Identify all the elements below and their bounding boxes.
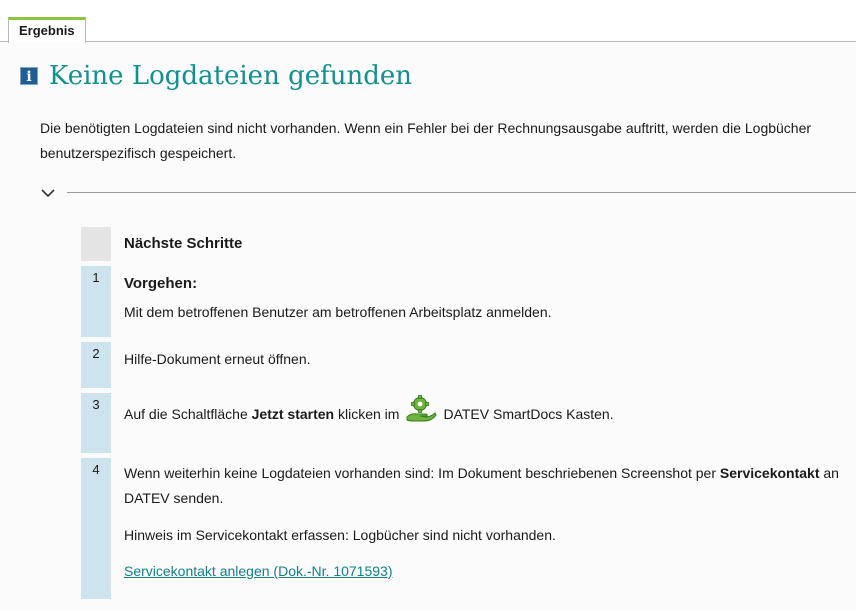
next-steps: Nächste Schritte 1 Vorgehen: Mit dem bet… [81, 227, 856, 604]
smartdocs-hand-gear-icon [406, 394, 438, 421]
step-4-text: Wenn weiterhin keine Logdateien vorhande… [124, 458, 856, 511]
step-number: 2 [81, 342, 111, 388]
step-4: 4 Wenn weiterhin keine Logdateien vorhan… [81, 458, 856, 599]
step-3-text: Auf die Schaltfläche Jetzt starten klick… [124, 393, 856, 427]
step-number: 3 [81, 393, 111, 453]
steps-header-marker [81, 227, 111, 261]
intro-text: Die benötigten Logdateien sind nicht vor… [40, 120, 812, 161]
tab-ergebnis[interactable]: Ergebnis [8, 17, 86, 43]
step-3-bold: Jetzt starten [251, 406, 335, 422]
steps-heading: Nächste Schritte [124, 235, 243, 252]
page-title: Keine Logdateien gefunden [49, 61, 412, 91]
step-3-text-before: Auf die Schaltfläche [124, 406, 248, 422]
step-1: 1 Vorgehen: Mit dem betroffenen Benutzer… [81, 266, 856, 337]
step-4-text-before: Wenn weiterhin keine Logdateien vorhande… [124, 465, 716, 481]
info-icon: i [20, 67, 38, 85]
collapse-section [40, 185, 856, 201]
step-3-text-after: DATEV SmartDocs Kasten. [443, 406, 614, 422]
step-3: 3 Auf die Schaltfläche Jetzt starten kli… [81, 393, 856, 453]
step-3-text-mid: klicken im [338, 406, 400, 422]
step-4-hint: Hinweis im Servicekontakt erfassen: Logb… [124, 527, 556, 543]
step-number: 1 [81, 266, 111, 337]
tab-bar: Ergebnis [0, 0, 856, 43]
steps-header: Nächste Schritte [81, 227, 856, 261]
step-1-text: Mit dem betroffenen Benutzer am betroffe… [124, 304, 552, 320]
title-row: i Keine Logdateien gefunden [20, 61, 412, 91]
step-2-text: Hilfe-Dokument erneut öffnen. [124, 351, 311, 367]
section-divider [67, 192, 856, 193]
step-1-subheading: Vorgehen: [124, 275, 198, 292]
step-2: 2 Hilfe-Dokument erneut öffnen. [81, 342, 856, 388]
step-4-bold: Servicekontakt [719, 465, 820, 481]
chevron-down-icon[interactable] [40, 185, 56, 201]
result-panel: i Keine Logdateien gefunden Die benötigt… [0, 43, 856, 611]
step-number: 4 [81, 458, 111, 599]
servicekontakt-link[interactable]: Servicekontakt anlegen (Dok.-Nr. 1071593… [124, 563, 392, 579]
